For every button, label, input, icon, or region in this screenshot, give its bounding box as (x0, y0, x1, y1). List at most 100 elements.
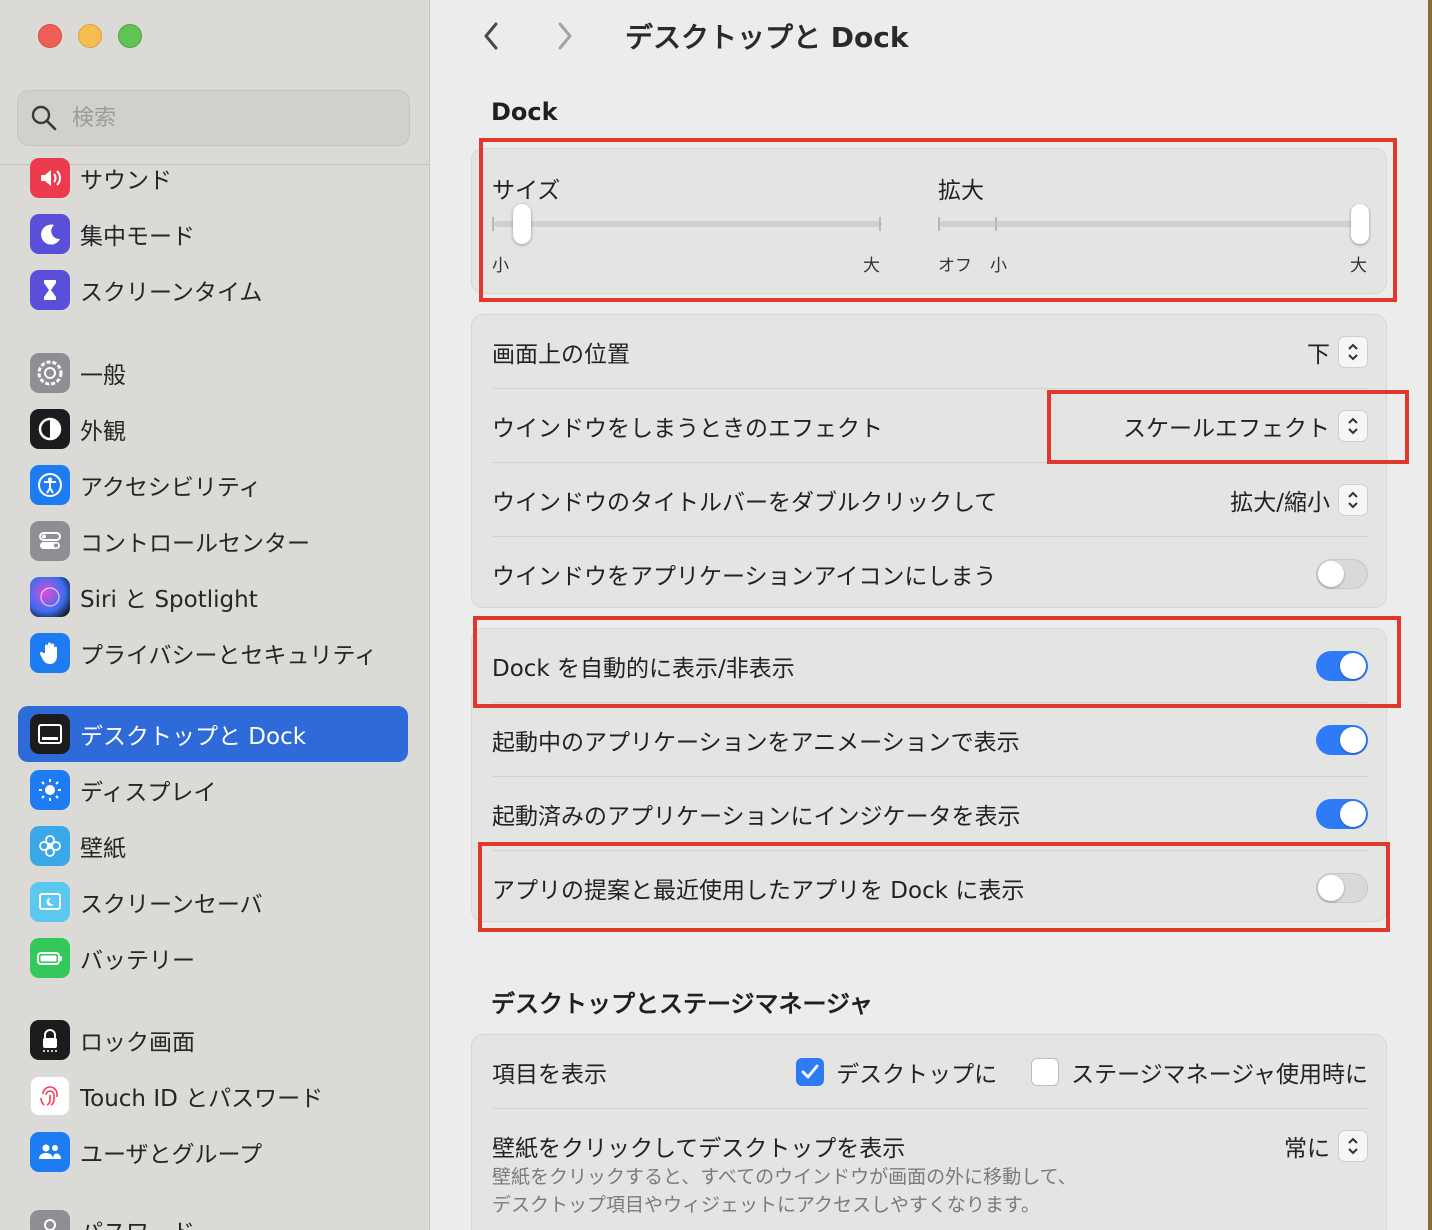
sidebar-item-label: Siri と Spotlight (80, 587, 258, 613)
search-icon (30, 104, 58, 132)
sun-icon (30, 770, 70, 810)
page-title: デスクトップと Dock (625, 21, 909, 54)
search-field[interactable] (17, 90, 410, 146)
position-label: 画面上の位置 (492, 342, 630, 368)
sidebar-item-lockscreen[interactable]: ロック画面 (18, 1012, 408, 1068)
sidebar-item-general[interactable]: 一般 (18, 345, 408, 401)
screensaver-icon (30, 882, 70, 922)
window-controls (38, 24, 142, 48)
hand-icon (30, 633, 70, 673)
minimize-effect-label: ウインドウをしまうときのエフェクト (492, 416, 883, 442)
position-popup[interactable]: 下 (1307, 335, 1368, 369)
dock-icon (30, 714, 70, 754)
sidebar-item-label: 壁紙 (80, 836, 126, 862)
siri-icon (30, 577, 70, 617)
back-button[interactable] (471, 16, 511, 56)
click-wallpaper-popup[interactable]: 常に (1284, 1129, 1368, 1163)
chevron-right-icon (558, 22, 572, 50)
row-animate: 起動中のアプリケーションをアニメーションで表示 (492, 703, 1368, 777)
updown-chevron-icon (1338, 1130, 1368, 1162)
main-content: デスクトップと Dock Dock サイズ 小 大 拡大 オフ 小 大 画面上の… (431, 0, 1428, 1230)
sidebar-item-label: デスクトップと Dock (80, 724, 307, 750)
click-wallpaper-label: 壁紙をクリックしてデスクトップを表示 (492, 1136, 906, 1162)
desktop-checkbox[interactable] (796, 1058, 825, 1086)
updown-chevron-icon (1338, 336, 1368, 368)
toggles-icon (30, 521, 70, 561)
minimize-into-icon-label: ウインドウをアプリケーションアイコンにしまう (492, 564, 997, 590)
sidebar-item-passwords[interactable]: パスワード (18, 1202, 408, 1230)
search-input[interactable] (72, 105, 372, 131)
animate-toggle[interactable] (1316, 725, 1368, 755)
settings-window: サウンド 集中モード スクリーンタイム 一般 (0, 0, 1428, 1230)
sidebar-item-label: アクセシビリティ (80, 475, 262, 501)
desktop-option-label: デスクトップに (836, 1062, 998, 1088)
flower-icon (30, 826, 70, 866)
sidebar-item-label: 外観 (80, 419, 126, 445)
row-indicators: 起動済みのアプリケーションにインジケータを表示 (492, 777, 1368, 851)
sidebar-item-focus[interactable]: 集中モード (18, 206, 408, 262)
section-heading-dock: Dock (491, 98, 558, 126)
sidebar-item-label: コントロールセンター (80, 531, 310, 557)
sidebar-item-label: スクリーンセーバ (80, 892, 263, 918)
close-button[interactable] (38, 24, 62, 48)
show-items-options: デスクトップに ステージマネージャ使用時に (796, 1055, 1368, 1089)
minimize-button[interactable] (78, 24, 102, 48)
sidebar-item-label: パスワード (80, 1213, 195, 1230)
sidebar-item-label: ロック画面 (80, 1030, 195, 1056)
sidebar-item-screentime[interactable]: スクリーンタイム (18, 262, 408, 318)
click-wallpaper-desc-1: 壁紙をクリックすると、すべてのウインドウが画面の外に移動して、 (492, 1166, 1077, 1188)
sidebar-item-label: サウンド (80, 168, 172, 194)
indicators-label: 起動済みのアプリケーションにインジケータを表示 (492, 804, 1021, 830)
sidebar-item-label: 集中モード (80, 224, 195, 250)
indicators-toggle[interactable] (1316, 799, 1368, 829)
forward-button[interactable] (545, 16, 585, 56)
double-click-popup[interactable]: 拡大/縮小 (1230, 483, 1368, 517)
sidebar-item-touchid[interactable]: Touch ID とパスワード (18, 1068, 408, 1124)
row-double-click: ウインドウのタイトルバーをダブルクリックして 拡大/縮小 (492, 463, 1368, 537)
updown-chevron-icon (1338, 484, 1368, 516)
speaker-icon (30, 158, 70, 198)
chevron-left-icon (484, 22, 498, 50)
sidebar: サウンド 集中モード スクリーンタイム 一般 (0, 0, 430, 1230)
sidebar-item-label: Touch ID とパスワード (80, 1086, 324, 1112)
double-click-value: 拡大/縮小 (1230, 490, 1330, 516)
sidebar-item-display[interactable]: ディスプレイ (18, 762, 408, 818)
minimize-into-icon-toggle[interactable] (1316, 559, 1368, 589)
zoom-button[interactable] (118, 24, 142, 48)
sidebar-item-wallpaper[interactable]: 壁紙 (18, 818, 408, 874)
annotation-box-sliders (479, 138, 1397, 302)
toolbar: デスクトップと Dock (471, 16, 908, 56)
desktop-option[interactable]: デスクトップに (796, 1055, 997, 1089)
users-icon (30, 1132, 70, 1172)
show-items-label: 項目を表示 (492, 1062, 607, 1088)
sidebar-item-controlcenter[interactable]: コントロールセンター (18, 513, 408, 569)
double-click-label: ウインドウのタイトルバーをダブルクリックして (492, 490, 998, 516)
stage-option[interactable]: ステージマネージャ使用時に (1031, 1055, 1368, 1089)
sidebar-item-sound[interactable]: サウンド (18, 150, 408, 206)
sidebar-item-appearance[interactable]: 外観 (18, 401, 408, 457)
sidebar-item-label: ディスプレイ (80, 780, 217, 806)
stage-checkbox[interactable] (1031, 1058, 1060, 1086)
sidebar-item-privacy[interactable]: プライバシーとセキュリティ (18, 625, 408, 681)
sidebar-item-siri[interactable]: Siri と Spotlight (18, 569, 408, 625)
key-icon (30, 1210, 70, 1230)
sidebar-item-label: バッテリー (80, 948, 195, 974)
click-wallpaper-desc-2: デスクトップ項目やウィジェットにアクセスしやすくなります。 (492, 1194, 1040, 1216)
annotation-box-suggested (478, 842, 1390, 932)
sidebar-item-screensaver[interactable]: スクリーンセーバ (18, 874, 408, 930)
moon-icon (30, 214, 70, 254)
sidebar-item-desktop-dock[interactable]: デスクトップと Dock (18, 706, 408, 762)
row-minimize-into-icon: ウインドウをアプリケーションアイコンにしまう (492, 537, 1368, 611)
sidebar-item-label: ユーザとグループ (80, 1142, 263, 1168)
battery-icon (30, 938, 70, 978)
sidebar-item-label: スクリーンタイム (80, 280, 263, 306)
sidebar-item-users[interactable]: ユーザとグループ (18, 1124, 408, 1180)
sidebar-item-battery[interactable]: バッテリー (18, 930, 408, 986)
sidebar-item-label: プライバシーとセキュリティ (80, 643, 378, 669)
fingerprint-icon (30, 1076, 70, 1116)
click-wallpaper-value: 常に (1284, 1136, 1330, 1162)
stage-card: 項目を表示 デスクトップに ステージマネージャ使用時に 壁紙をクリックしてデスク… (471, 1034, 1387, 1230)
sidebar-item-accessibility[interactable]: アクセシビリティ (18, 457, 408, 513)
hourglass-icon (30, 270, 70, 310)
section-heading-stage: デスクトップとステージマネージャ (491, 990, 873, 1018)
